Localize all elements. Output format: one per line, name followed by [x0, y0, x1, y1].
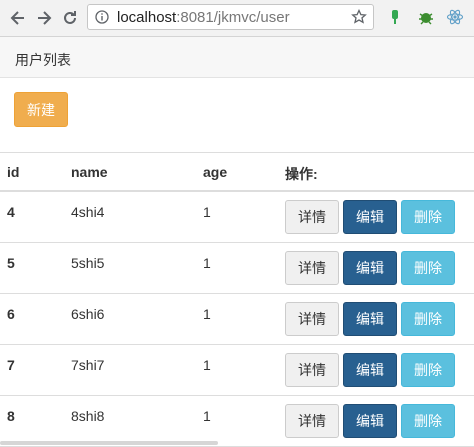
extension-bug-icon[interactable] — [417, 8, 435, 26]
table-row: 8 8shi8 1 详情 编辑 删除 — [0, 396, 474, 447]
table-row: 5 5shi5 1 详情 编辑 删除 — [0, 243, 474, 294]
cell-id: 7 — [7, 357, 15, 373]
edit-button[interactable]: 编辑 — [343, 353, 397, 387]
table-header: id name age 操作: — [0, 153, 474, 192]
browser-toolbar: localhost:8081/jkmvc/user — [0, 0, 474, 37]
edit-button[interactable]: 编辑 — [343, 251, 397, 285]
cell-age: 1 — [203, 255, 211, 271]
table-row: 4 4shi4 1 详情 编辑 删除 — [0, 192, 474, 243]
cell-id: 4 — [7, 204, 15, 220]
url-path: :8081/jkmvc/user — [176, 9, 290, 26]
cell-name: 5shi5 — [71, 255, 105, 271]
delete-button[interactable]: 删除 — [401, 353, 455, 387]
back-icon[interactable] — [8, 8, 28, 28]
detail-button[interactable]: 详情 — [285, 200, 339, 234]
horizontal-scrollbar[interactable] — [0, 441, 218, 445]
cell-name: 4shi4 — [71, 204, 105, 220]
forward-icon[interactable] — [34, 8, 54, 28]
header-id: id — [7, 164, 20, 180]
edit-button[interactable]: 编辑 — [343, 404, 397, 438]
user-table: id name age 操作: 4 4shi4 1 详情 编辑 删除 5 5sh… — [0, 152, 474, 447]
cell-age: 1 — [203, 357, 211, 373]
header-actions: 操作: — [285, 166, 318, 182]
edit-button[interactable]: 编辑 — [343, 302, 397, 336]
create-button[interactable]: 新建 — [14, 92, 68, 127]
cell-age: 1 — [203, 204, 211, 220]
detail-button[interactable]: 详情 — [285, 404, 339, 438]
page-header: 用户列表 — [0, 37, 474, 78]
reload-icon[interactable] — [60, 8, 80, 28]
delete-button[interactable]: 删除 — [401, 404, 455, 438]
header-name: name — [71, 164, 108, 180]
detail-button[interactable]: 详情 — [285, 353, 339, 387]
header-age: age — [203, 164, 228, 180]
cell-id: 6 — [7, 306, 15, 322]
cell-id: 8 — [7, 408, 15, 424]
extension-react-icon[interactable] — [446, 8, 464, 26]
cell-age: 1 — [203, 306, 211, 322]
cell-age: 1 — [203, 408, 211, 424]
edit-button[interactable]: 编辑 — [343, 200, 397, 234]
cell-name: 8shi8 — [71, 408, 105, 424]
address-bar[interactable]: localhost:8081/jkmvc/user — [87, 4, 374, 30]
detail-button[interactable]: 详情 — [285, 302, 339, 336]
delete-button[interactable]: 删除 — [401, 302, 455, 336]
bookmark-star-icon[interactable] — [351, 8, 367, 25]
url-host: localhost — [117, 9, 177, 26]
delete-button[interactable]: 删除 — [401, 251, 455, 285]
info-icon[interactable] — [95, 10, 109, 24]
cell-id: 5 — [7, 255, 15, 271]
delete-button[interactable]: 删除 — [401, 200, 455, 234]
cell-name: 6shi6 — [71, 306, 105, 322]
extension-plug-icon[interactable] — [386, 8, 404, 26]
detail-button[interactable]: 详情 — [285, 251, 339, 285]
table-row: 7 7shi7 1 详情 编辑 删除 — [0, 345, 474, 396]
page-title: 用户列表 — [15, 52, 71, 68]
url-text: localhost:8081/jkmvc/user — [117, 9, 290, 27]
table-row: 6 6shi6 1 详情 编辑 删除 — [0, 294, 474, 345]
cell-name: 7shi7 — [71, 357, 105, 373]
